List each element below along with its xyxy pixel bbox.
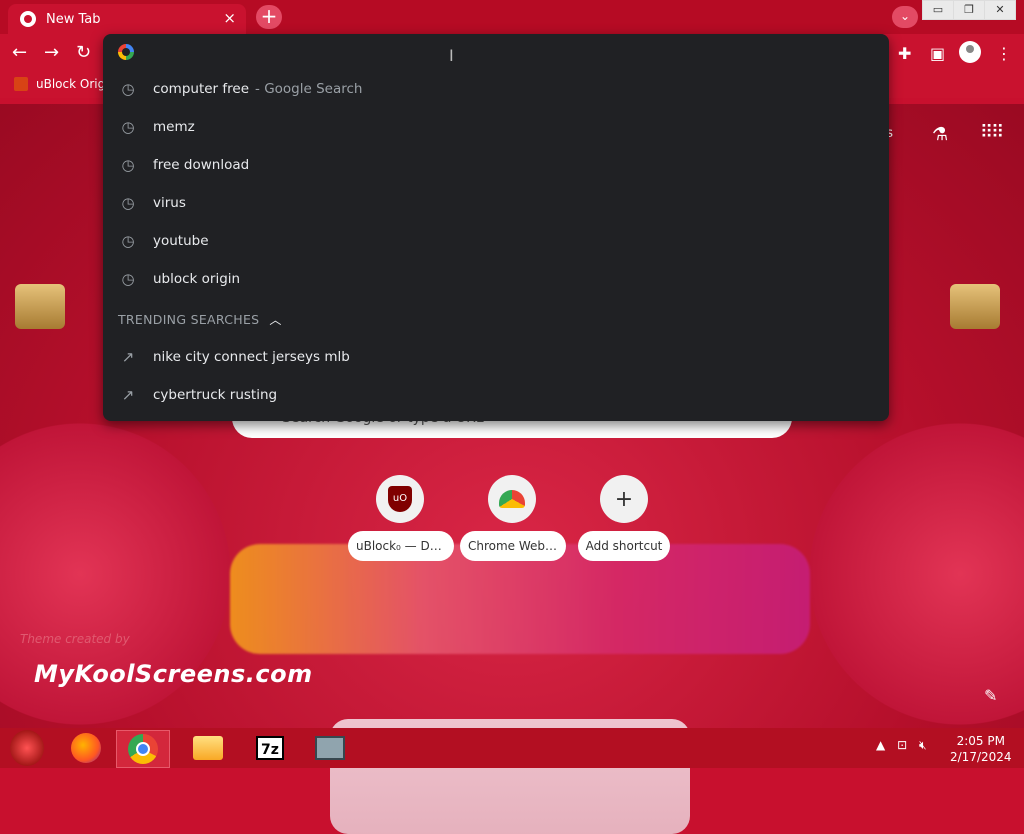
- reload-icon[interactable]: ↻: [76, 42, 91, 63]
- taskbar-chrome[interactable]: [116, 730, 170, 768]
- suggestion-text: memz: [153, 119, 195, 135]
- chrome-tab-icon: [20, 11, 36, 27]
- history-clock-icon: ◷: [121, 270, 135, 288]
- window-controls: ▭ ❐ ✕: [922, 0, 1016, 20]
- suggestion-hint: - Google Search: [255, 81, 363, 97]
- chrome-web-store-icon: [499, 490, 525, 508]
- shortcut-chrome-web-store[interactable]: Chrome Web ...: [460, 475, 566, 567]
- trending-row[interactable]: ↗ nike city connect jerseys mlb: [103, 338, 889, 376]
- profile-avatar[interactable]: [959, 41, 981, 63]
- trending-text: nike city connect jerseys mlb: [153, 349, 350, 365]
- suggestion-row[interactable]: ◷ memz: [103, 108, 889, 146]
- apps-grid-icon[interactable]: ⠿⠿: [980, 122, 1004, 143]
- shortcut-ublock[interactable]: uO uBlock₀ — Da...: [348, 475, 454, 567]
- taskbar-control-panel[interactable]: [304, 730, 356, 766]
- minimize-button[interactable]: ▭: [922, 0, 954, 20]
- trending-header-label: TRENDING SEARCHES: [118, 312, 260, 327]
- new-tab-button[interactable]: +: [256, 5, 282, 29]
- chevron-up-icon[interactable]: ︿: [269, 311, 281, 328]
- chrome-icon: [128, 734, 158, 764]
- taskbar-file-explorer[interactable]: [182, 730, 234, 766]
- start-button[interactable]: [10, 730, 44, 766]
- show-hidden-icons-icon[interactable]: ▲: [876, 738, 885, 752]
- omnibox-dropdown: I ◷ computer free - Google Search ◷ memz…: [103, 34, 889, 421]
- google-g-icon: [118, 44, 134, 60]
- trending-row[interactable]: ↗ cybertruck rusting: [103, 376, 889, 414]
- labs-flask-icon[interactable]: ⚗: [932, 124, 948, 145]
- menu-dots-icon[interactable]: ⋮: [996, 44, 1012, 63]
- shortcut-label: Add shortcut: [577, 531, 671, 561]
- close-tab-icon[interactable]: ×: [223, 9, 236, 27]
- firefox-icon: [71, 733, 101, 763]
- bookmark-ublock[interactable]: uBlock Origin: [14, 77, 116, 91]
- suggestion-text: youtube: [153, 233, 209, 249]
- suggestion-text: ublock origin: [153, 271, 241, 287]
- suggestion-text: virus: [153, 195, 186, 211]
- title-bar: New Tab × + ⌄ ▭ ❐ ✕: [0, 0, 1024, 34]
- suggestion-row[interactable]: ◷ ublock origin: [103, 260, 889, 298]
- history-clock-icon: ◷: [121, 118, 135, 136]
- clock-time: 2:05 PM: [956, 734, 1005, 748]
- network-icon[interactable]: ⊡: [897, 738, 907, 752]
- volume-muted-icon[interactable]: 🔇︎: [919, 738, 927, 752]
- trending-text: cybertruck rusting: [153, 387, 278, 403]
- monitor-icon: [315, 736, 345, 760]
- history-clock-icon: ◷: [121, 80, 135, 98]
- shortcut-label: Chrome Web ...: [460, 531, 566, 561]
- history-clock-icon: ◷: [121, 232, 135, 250]
- close-window-button[interactable]: ✕: [984, 0, 1016, 20]
- folder-icon: [193, 736, 223, 760]
- back-arrow-icon[interactable]: ←: [12, 42, 27, 63]
- history-clock-icon: ◷: [121, 194, 135, 212]
- suggestion-text: computer free: [153, 81, 250, 97]
- trending-arrow-icon: ↗: [121, 348, 135, 366]
- tab-new-tab[interactable]: New Tab ×: [8, 4, 246, 34]
- shortcut-icon-container: [488, 475, 536, 523]
- suggestion-row[interactable]: ◷ free download: [103, 146, 889, 184]
- address-input[interactable]: [143, 40, 847, 66]
- 7zip-icon: 7z: [256, 736, 284, 760]
- forward-arrow-icon[interactable]: →: [44, 42, 59, 63]
- extensions-puzzle-icon[interactable]: ✚: [898, 44, 911, 63]
- ublock-shield-icon: uO: [388, 486, 412, 512]
- clock-date: 2/17/2024: [950, 750, 1012, 764]
- tab-title: New Tab: [46, 11, 101, 27]
- tab-search-chevron-icon[interactable]: ⌄: [892, 6, 918, 28]
- plus-icon: +: [600, 475, 648, 523]
- shortcut-label: uBlock₀ — Da...: [348, 531, 454, 561]
- side-panel-icon[interactable]: ▣: [930, 44, 945, 63]
- ornament-left: [15, 284, 65, 329]
- suggestion-row[interactable]: ◷ computer free - Google Search: [103, 70, 889, 108]
- ublock-bookmark-icon: [14, 77, 28, 91]
- history-clock-icon: ◷: [121, 156, 135, 174]
- shortcut-icon-container: uO: [376, 475, 424, 523]
- ornament-right: [950, 284, 1000, 329]
- suggestion-row[interactable]: ◷ youtube: [103, 222, 889, 260]
- trending-header[interactable]: TRENDING SEARCHES ︿: [118, 311, 282, 328]
- theme-site: MyKoolScreens.com: [34, 660, 313, 688]
- trending-arrow-icon: ↗: [121, 386, 135, 404]
- taskbar-clock[interactable]: 2:05 PM 2/17/2024: [950, 733, 1012, 765]
- taskbar-firefox[interactable]: [60, 730, 112, 766]
- restore-button[interactable]: ❐: [953, 0, 985, 20]
- shortcut-add[interactable]: + Add shortcut: [572, 475, 676, 567]
- suggestion-text: free download: [153, 157, 250, 173]
- suggestion-row[interactable]: ◷ virus: [103, 184, 889, 222]
- theme-credit: Theme created by: [20, 632, 130, 646]
- system-tray: ▲ ⊡ 🔇︎: [876, 738, 927, 753]
- text-cursor-icon: I: [449, 46, 454, 65]
- taskbar-7zip[interactable]: 7z: [244, 730, 296, 766]
- customize-pencil-icon[interactable]: ✎: [984, 686, 997, 705]
